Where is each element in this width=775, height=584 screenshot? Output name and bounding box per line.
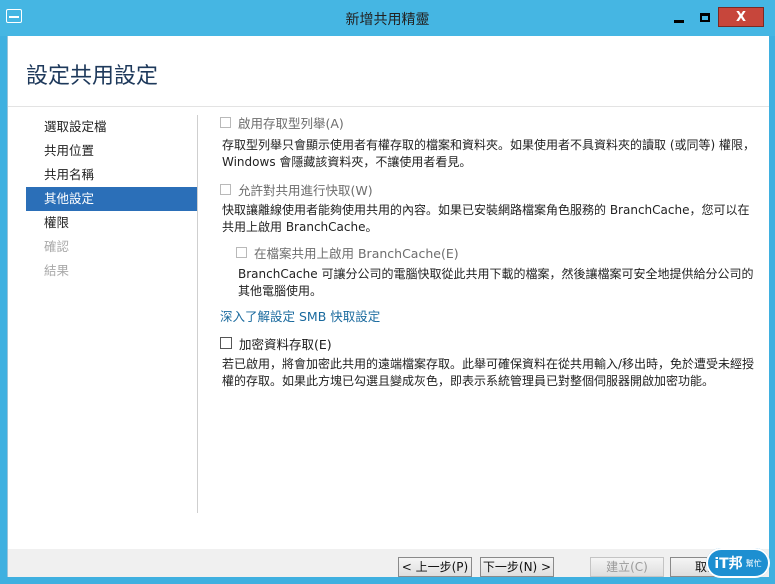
main-area: 選取設定檔 共用位置 共用名稱 其他設定 權限 確認 結果 啟用存取型列舉(A)…: [8, 107, 769, 549]
create-button: 建立(C): [590, 557, 664, 577]
nav-item-permissions[interactable]: 權限: [26, 211, 198, 235]
header-band: 設定共用設定: [8, 36, 769, 107]
button-bar: < 上一步(P) 下一步(N) > 建立(C) 取消: [8, 549, 769, 577]
branchcache-label: 在檔案共用上啟用 BranchCache(E): [254, 245, 459, 261]
access-based-enumeration-description: 存取型列舉只會顯示使用者有權存取的檔案和資料夾。如果使用者不具資料夾的讀取 (或…: [222, 138, 755, 169]
settings-content: 啟用存取型列舉(A) 存取型列舉只會顯示使用者有權存取的檔案和資料夾。如果使用者…: [220, 115, 760, 390]
branchcache-option: 在檔案共用上啟用 BranchCache(E): [236, 243, 760, 261]
encrypt-description: 若已啟用，將會加密此共用的遠端檔案存取。此舉可確保資料在從共用輸入/移出時，免於…: [222, 357, 755, 388]
previous-button[interactable]: < 上一步(P): [398, 557, 472, 577]
close-icon: X: [735, 9, 747, 25]
wizard-window: 設定共用設定 選取設定檔 共用位置 共用名稱 其他設定 權限 確認 結果 啟用存…: [7, 36, 769, 577]
encrypt-checkbox[interactable]: [220, 337, 232, 349]
maximize-button[interactable]: [692, 7, 718, 27]
window-title: 新增共用精靈: [345, 12, 430, 28]
nav-item-other-settings[interactable]: 其他設定: [26, 187, 198, 211]
close-button[interactable]: X: [718, 7, 764, 27]
branchcache-description: BranchCache 可讓分公司的電腦快取從此共用下載的檔案，然後讓檔案可安全…: [238, 267, 754, 298]
nav-divider: [197, 115, 198, 513]
caching-description: 快取讓離線使用者能夠使用共用的內容。如果已安裝網路檔案角色服務的 BranchC…: [222, 203, 750, 234]
minimize-button[interactable]: [666, 7, 692, 27]
nav-item-confirmation: 確認: [44, 239, 70, 254]
nav-item-select-profile[interactable]: 選取設定檔: [26, 115, 198, 139]
minimize-icon: [674, 19, 684, 23]
access-based-enumeration-checkbox: [220, 116, 231, 128]
nav-item-share-name[interactable]: 共用名稱: [26, 163, 198, 187]
branchcache-checkbox: [236, 246, 247, 258]
access-based-enumeration-label: 啟用存取型列舉(A): [238, 115, 344, 131]
watermark-text: iT邦: [714, 556, 743, 572]
title-bar: 新增共用精靈 X: [0, 0, 775, 36]
ithelp-watermark-logo: iT邦 幫忙: [706, 548, 770, 578]
branchcache-group: 在檔案共用上啟用 BranchCache(E) BranchCache 可讓分公…: [236, 243, 760, 300]
wizard-nav: 選取設定檔 共用位置 共用名稱 其他設定 權限 確認 結果: [26, 115, 198, 283]
nav-item-results: 結果: [44, 263, 70, 278]
caching-label: 允許對共用進行快取(W): [238, 182, 373, 198]
watermark-subtext: 幫忙: [745, 558, 762, 568]
encrypt-option: 加密資料存取(E): [220, 334, 760, 352]
access-based-enumeration-option: 啟用存取型列舉(A): [220, 113, 760, 131]
caching-option: 允許對共用進行快取(W): [220, 180, 760, 198]
smb-caching-learn-more-link[interactable]: 深入了解設定 SMB 快取設定: [220, 306, 380, 325]
nav-item-share-location[interactable]: 共用位置: [26, 139, 198, 163]
encrypt-label[interactable]: 加密資料存取(E): [239, 334, 332, 353]
page-title: 設定共用設定: [26, 64, 159, 89]
maximize-icon: [700, 12, 710, 22]
caching-checkbox: [220, 183, 231, 195]
next-button[interactable]: 下一步(N) >: [480, 557, 554, 577]
